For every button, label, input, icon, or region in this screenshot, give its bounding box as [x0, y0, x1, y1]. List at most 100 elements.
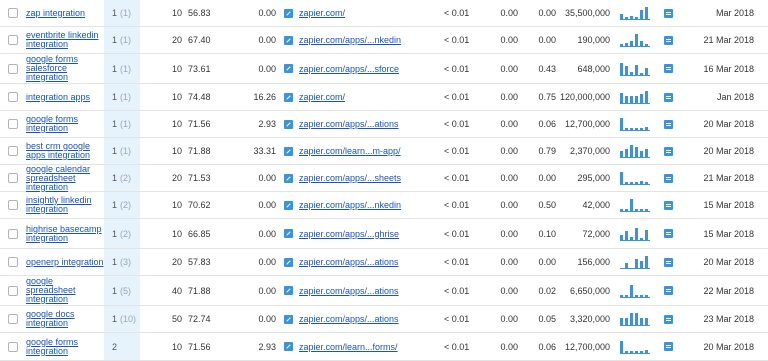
trend-bar [640, 94, 643, 103]
serp-snapshot-icon[interactable] [664, 8, 673, 18]
external-link-icon[interactable] [284, 173, 293, 183]
results-cell: 0.00 [482, 192, 518, 218]
row-checkbox-cell[interactable] [8, 306, 18, 332]
row-checkbox[interactable] [8, 92, 18, 102]
external-link-icon[interactable] [284, 64, 293, 73]
keyword-link[interactable]: integration apps [26, 92, 90, 102]
external-link-icon[interactable] [284, 229, 293, 238]
keyword-link[interactable]: google forms salesforce integration [26, 55, 104, 82]
keyword-link[interactable]: eventbrite linkedin integration [26, 31, 104, 49]
row-checkbox-cell[interactable] [8, 111, 18, 137]
row-checkbox[interactable] [8, 341, 18, 352]
competition-value: < 0.01 [444, 341, 470, 352]
url-link[interactable]: zapier.com/apps/...ations [299, 314, 399, 324]
external-link-icon[interactable] [284, 257, 293, 267]
url-link[interactable]: zapier.com/apps/...ghrise [299, 229, 399, 239]
serp-cell [664, 27, 678, 53]
keyword-link[interactable]: zap integration [26, 8, 85, 18]
trend-bar [635, 128, 638, 130]
row-checkbox-cell[interactable] [8, 165, 18, 191]
keyword-link[interactable]: google forms integration [26, 115, 104, 133]
url-link[interactable]: zapier.com/apps/...ations [299, 119, 399, 129]
cost-value: 190,000 [577, 35, 610, 45]
external-link-icon[interactable] [284, 286, 293, 295]
keyword-link[interactable]: google forms integration [26, 337, 104, 356]
serp-snapshot-icon[interactable] [664, 314, 673, 324]
external-link-icon[interactable] [284, 92, 293, 102]
date-value: 15 Mar 2018 [703, 200, 754, 210]
position-cell: 1 (2) [104, 192, 140, 218]
keyword-link[interactable]: google calendar spreadsheet integration [26, 164, 104, 192]
serp-snapshot-icon[interactable] [664, 119, 673, 129]
serp-snapshot-icon[interactable] [664, 342, 673, 351]
row-checkbox[interactable] [8, 200, 18, 210]
url-link[interactable]: zapier.com/learn...forms/ [299, 342, 398, 352]
url-link[interactable]: zapier.com/apps/...sheets [299, 173, 401, 183]
serp-snapshot-icon[interactable] [664, 173, 673, 183]
results-cell: 0.00 [482, 165, 518, 191]
row-checkbox-cell[interactable] [8, 249, 18, 275]
serp-snapshot-icon[interactable] [664, 64, 673, 73]
traffic-cell: 0.50 [530, 192, 556, 218]
url-link[interactable]: zapier.com/apps/...ations [299, 257, 399, 267]
row-checkbox-cell[interactable] [8, 219, 18, 248]
volume-cell: 10 [140, 219, 182, 248]
serp-snapshot-icon[interactable] [664, 286, 673, 295]
keyword-link[interactable]: google docs integration [26, 310, 104, 328]
url-link[interactable]: zapier.com/apps/...nkedin [299, 200, 401, 210]
external-link-icon[interactable] [284, 119, 293, 129]
row-checkbox[interactable] [8, 228, 18, 239]
external-link-icon[interactable] [284, 342, 293, 351]
row-checkbox[interactable] [8, 146, 18, 156]
trend-bar [640, 294, 643, 297]
table-row: google spreadsheet integration 1 (5) 40 … [0, 276, 768, 306]
serp-snapshot-icon[interactable] [664, 146, 673, 156]
trend-sparkline [620, 313, 650, 326]
trend-bar [635, 227, 638, 240]
row-checkbox[interactable] [8, 285, 18, 296]
keyword-link[interactable]: highrise basecamp integration [26, 224, 104, 243]
row-checkbox[interactable] [8, 119, 18, 129]
external-link-icon[interactable] [284, 8, 293, 18]
row-checkbox-cell[interactable] [8, 27, 18, 53]
serp-snapshot-icon[interactable] [664, 257, 673, 267]
row-checkbox-cell[interactable] [8, 333, 18, 360]
volume-cell: 10 [140, 84, 182, 110]
table-row: openerp integration 1 (3) 20 57.83 0.00 … [0, 249, 768, 276]
keyword-cell: highrise basecamp integration [26, 219, 104, 248]
keyword-link[interactable]: best crm google apps integration [26, 142, 104, 160]
row-checkbox[interactable] [8, 173, 18, 183]
url-link[interactable]: zapier.com/ [299, 8, 345, 18]
keyword-link[interactable]: openerp integration [26, 257, 104, 267]
keyword-cell: google forms integration [26, 111, 104, 137]
serp-cell [664, 54, 678, 83]
row-checkbox[interactable] [8, 314, 18, 324]
row-checkbox[interactable] [8, 8, 18, 18]
trend-bar [620, 118, 623, 130]
row-checkbox-cell[interactable] [8, 276, 18, 305]
external-link-icon[interactable] [284, 35, 293, 45]
url-link[interactable]: zapier.com/apps/...nkedin [299, 35, 401, 45]
row-checkbox[interactable] [8, 35, 18, 45]
row-checkbox-cell[interactable] [8, 192, 18, 218]
row-checkbox-cell[interactable] [8, 84, 18, 110]
serp-snapshot-icon[interactable] [664, 200, 673, 210]
row-checkbox-cell[interactable] [8, 138, 18, 164]
url-link[interactable]: zapier.com/ [299, 92, 345, 102]
serp-snapshot-icon[interactable] [664, 92, 673, 102]
position-value: 1 [112, 8, 118, 18]
url-link[interactable]: zapier.com/apps/...sforce [299, 64, 399, 74]
url-link[interactable]: zapier.com/apps/...ations [299, 286, 399, 296]
serp-snapshot-icon[interactable] [664, 35, 673, 45]
external-link-icon[interactable] [284, 146, 293, 156]
keyword-link[interactable]: insightly linkedin integration [26, 196, 104, 214]
row-checkbox[interactable] [8, 63, 18, 74]
row-checkbox-cell[interactable] [8, 54, 18, 83]
external-link-icon[interactable] [284, 314, 293, 324]
keyword-link[interactable]: google spreadsheet integration [26, 277, 104, 304]
serp-snapshot-icon[interactable] [664, 229, 673, 238]
row-checkbox[interactable] [8, 257, 18, 267]
external-link-icon[interactable] [284, 200, 293, 210]
url-link[interactable]: zapier.com/learn...m-app/ [299, 146, 401, 156]
row-checkbox-cell[interactable] [8, 0, 18, 26]
